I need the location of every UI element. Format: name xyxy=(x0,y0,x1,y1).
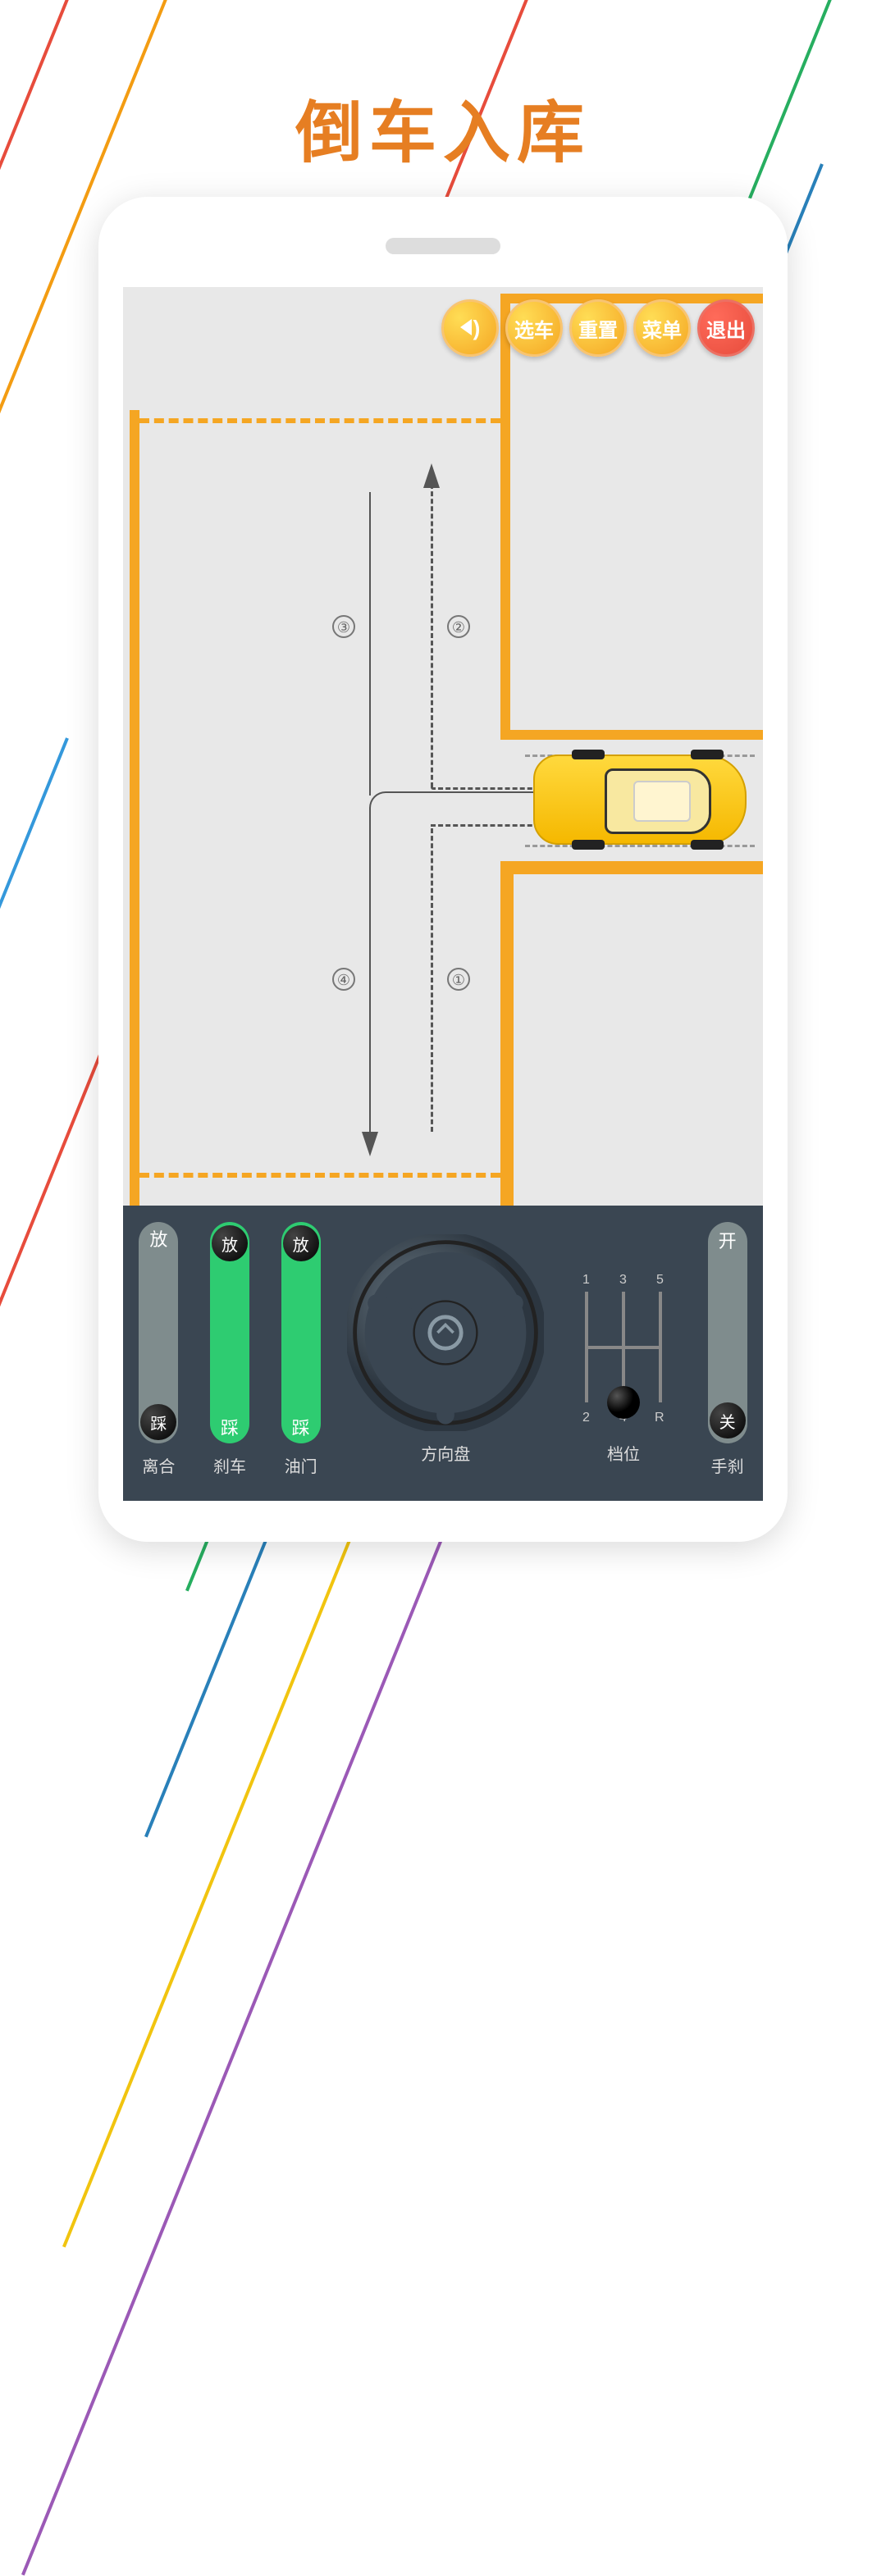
car-wheel xyxy=(572,840,605,850)
exit-button[interactable]: 退出 xyxy=(697,299,755,357)
parking-wall xyxy=(500,861,514,1206)
brake-press-label: 踩 xyxy=(221,1414,239,1440)
car-wheel xyxy=(691,750,724,759)
path-marker-3: ③ xyxy=(332,615,355,638)
phone-screen: ② ③ ① ④ xyxy=(123,287,763,1501)
arrow-up-icon xyxy=(423,463,440,488)
boundary-left xyxy=(130,410,139,1206)
car[interactable] xyxy=(533,755,747,845)
parking-wall xyxy=(500,730,763,740)
car-roof xyxy=(633,781,691,822)
boundary-top xyxy=(139,418,500,423)
select-car-button[interactable]: 选车 xyxy=(505,299,563,357)
gear-pos-5: 5 xyxy=(656,1273,664,1287)
top-button-row: 选车 重置 菜单 退出 xyxy=(441,299,755,357)
steering-wheel[interactable]: 方向盘 xyxy=(347,1222,544,1465)
gear-pos-3: 3 xyxy=(619,1273,627,1287)
parking-wall xyxy=(500,861,763,874)
clutch-pedal[interactable]: 放 踩 离合 xyxy=(134,1222,183,1477)
gear-shifter[interactable]: 1 3 5 2 4 R 档位 xyxy=(566,1222,681,1465)
driving-field: ② ③ ① ④ xyxy=(123,287,763,1206)
reset-button[interactable]: 重置 xyxy=(569,299,627,357)
bg-decor-line xyxy=(0,0,102,1592)
handbrake[interactable]: 开 关 手刹 xyxy=(703,1222,752,1477)
car-body xyxy=(533,755,747,845)
menu-button[interactable]: 菜单 xyxy=(633,299,691,357)
gear-shifter-icon: 1 3 5 2 4 R xyxy=(566,1267,681,1431)
brake-pedal[interactable]: 放 踩 刹车 xyxy=(205,1222,254,1477)
brake-label: 刹车 xyxy=(213,1453,246,1477)
car-wheel xyxy=(691,840,724,850)
path-line-4 xyxy=(369,812,371,1140)
throttle-label: 油门 xyxy=(285,1453,317,1477)
path-marker-4: ④ xyxy=(332,968,355,991)
path-marker-1: ① xyxy=(447,968,470,991)
clutch-label: 离合 xyxy=(142,1453,175,1477)
control-panel: 放 踩 离合 放 踩 刹车 放 踩 油门 xyxy=(123,1206,763,1501)
brake-knob[interactable]: 放 xyxy=(212,1225,248,1261)
gear-label: 档位 xyxy=(607,1441,640,1465)
phone-speaker xyxy=(386,238,500,254)
throttle-pedal[interactable]: 放 踩 油门 xyxy=(276,1222,326,1477)
boundary-bottom xyxy=(139,1173,500,1178)
page-title: 倒车入库 xyxy=(0,78,886,176)
arrow-down-icon xyxy=(362,1132,378,1156)
throttle-press-label: 踩 xyxy=(292,1414,310,1440)
car-wheel xyxy=(572,750,605,759)
parking-wall xyxy=(500,294,510,736)
handbrake-knob[interactable]: 关 xyxy=(710,1402,746,1438)
steering-wheel-icon xyxy=(347,1234,544,1431)
path-line-3 xyxy=(369,492,371,796)
gear-pos-2: 2 xyxy=(582,1411,590,1425)
path-marker-2: ② xyxy=(447,615,470,638)
gear-pos-1: 1 xyxy=(582,1273,590,1287)
clutch-release-label: 放 xyxy=(149,1225,167,1252)
path-line-2 xyxy=(431,484,433,787)
clutch-knob[interactable]: 踩 xyxy=(140,1404,176,1440)
speaker-icon xyxy=(460,316,481,341)
sound-button[interactable] xyxy=(441,299,499,357)
handbrake-open-label: 开 xyxy=(719,1227,737,1253)
handbrake-label: 手刹 xyxy=(711,1453,744,1477)
phone-frame: ② ③ ① ④ xyxy=(98,197,788,1542)
path-line-1 xyxy=(431,828,433,1132)
gear-pos-r: R xyxy=(655,1411,664,1425)
steering-label: 方向盘 xyxy=(421,1441,470,1465)
throttle-knob[interactable]: 放 xyxy=(283,1225,319,1261)
